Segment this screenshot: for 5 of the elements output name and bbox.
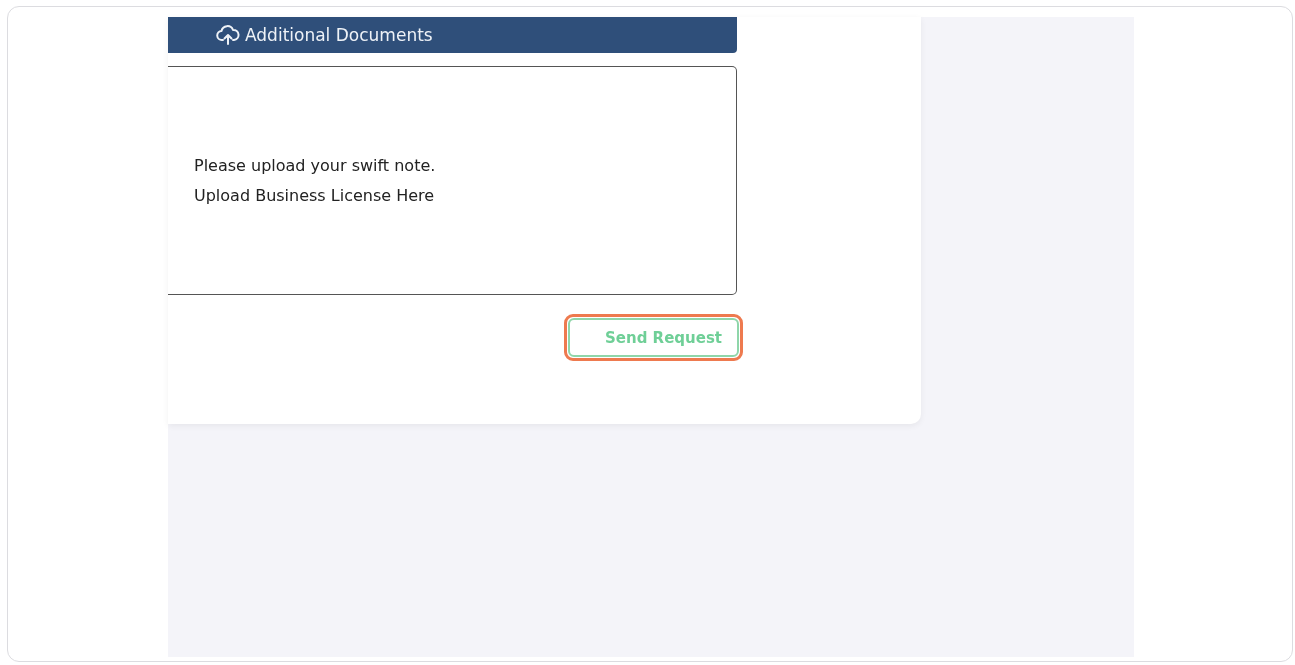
- upload-area[interactable]: Please upload your swift note. Upload Business License Here: [168, 66, 737, 295]
- cloud-upload-icon: [216, 25, 240, 45]
- upload-instruction: Upload Business License Here: [194, 184, 436, 207]
- upload-instruction: Please upload your swift note.: [194, 154, 437, 177]
- section-title: Additional Documents: [245, 25, 433, 45]
